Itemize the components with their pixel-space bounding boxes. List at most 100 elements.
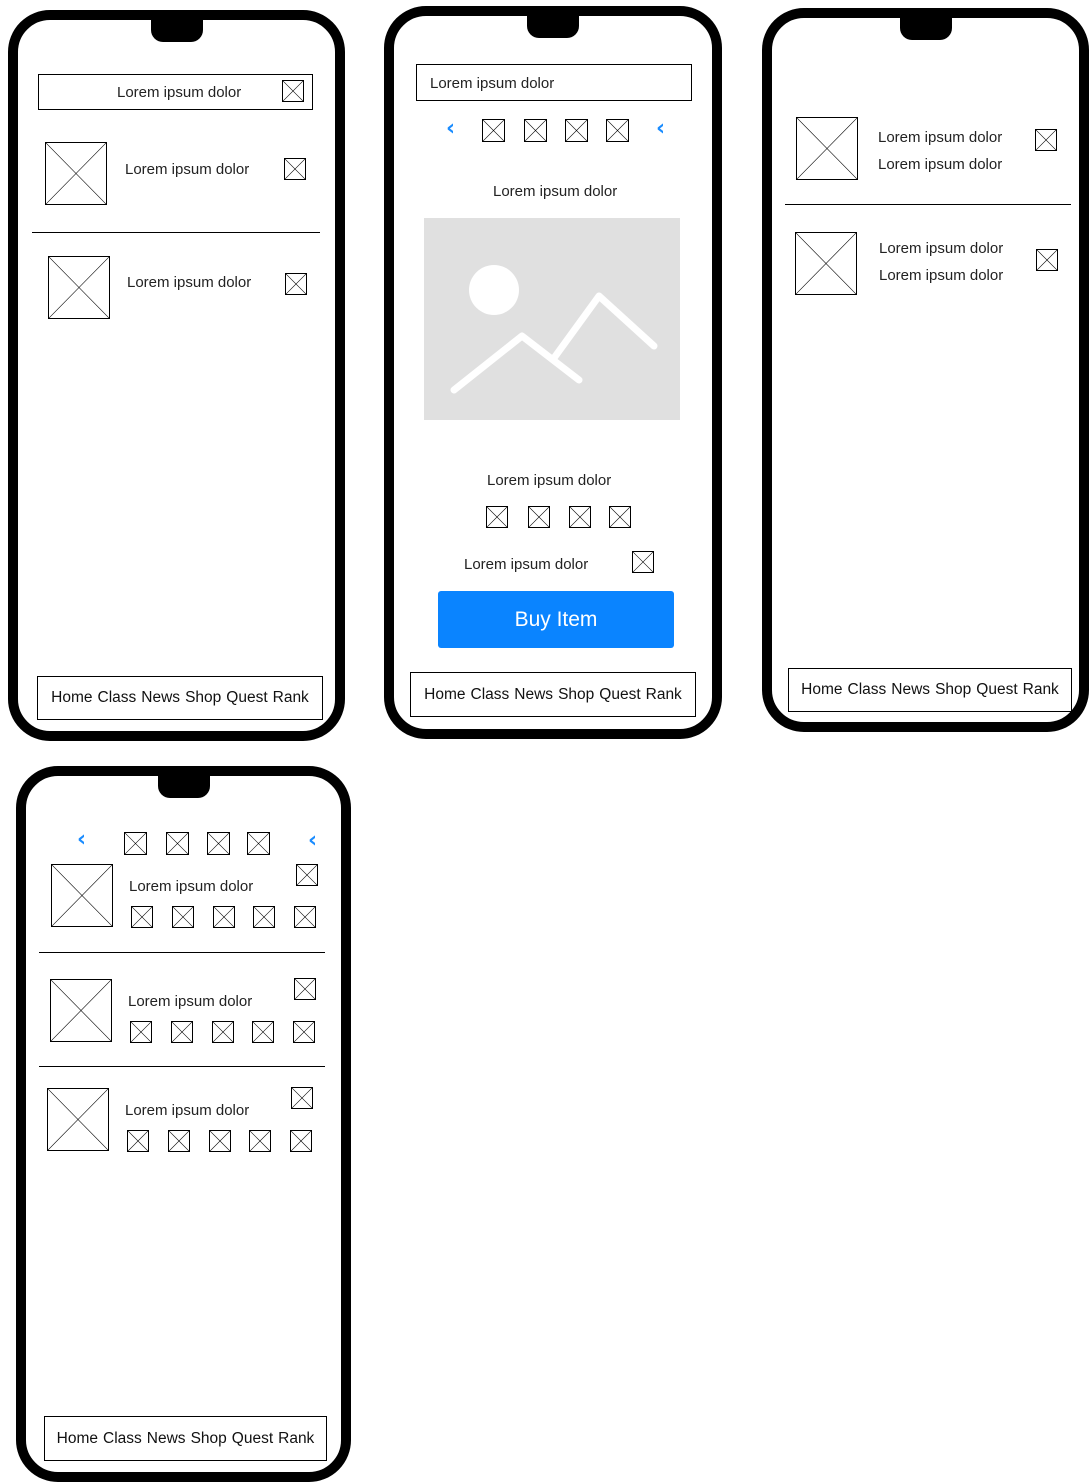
nav-rank[interactable]: Rank <box>646 686 682 704</box>
rating-icon <box>253 906 275 928</box>
category-icon[interactable] <box>565 119 588 142</box>
carousel-next-button[interactable]: ‹ <box>656 118 665 140</box>
nav-news[interactable]: News <box>141 689 180 707</box>
list-item-action-icon[interactable] <box>1036 249 1058 271</box>
option-label: Lorem ipsum dolor <box>464 556 589 573</box>
list-item-thumbnail <box>47 1088 109 1151</box>
rating-icon <box>212 1021 234 1043</box>
nav-home[interactable]: Home <box>51 689 92 707</box>
nav-home[interactable]: Home <box>57 1430 98 1448</box>
rating-icon <box>213 906 235 928</box>
row-divider <box>785 204 1071 205</box>
search-bar[interactable]: Lorem ipsum dolor <box>416 64 692 101</box>
list-item-line2: Lorem ipsum dolor <box>879 267 1004 284</box>
nav-news[interactable]: News <box>147 1430 186 1448</box>
search-icon[interactable] <box>282 80 304 102</box>
phone-screen-list: Lorem ipsum dolor Lorem ipsum dolor Lore… <box>8 10 345 741</box>
bottom-nav: Home Class News Shop Quest Rank <box>37 676 323 720</box>
nav-class[interactable]: Class <box>471 686 510 704</box>
list-item-line1: Lorem ipsum dolor <box>879 240 1004 257</box>
rating-icon <box>209 1130 231 1152</box>
carousel-next-button[interactable]: ‹ <box>308 830 317 852</box>
rating-icon <box>168 1130 190 1152</box>
list-item-action-icon[interactable] <box>284 158 306 180</box>
list-item-thumbnail <box>796 117 858 180</box>
list-item-label: Lorem ipsum dolor <box>127 274 252 291</box>
variant-icon[interactable] <box>528 506 550 528</box>
rating-icon <box>171 1021 193 1043</box>
search-bar[interactable]: Lorem ipsum dolor <box>38 74 313 110</box>
carousel-prev-button[interactable]: ‹ <box>446 118 455 140</box>
nav-rank[interactable]: Rank <box>1023 681 1059 699</box>
rating-icon <box>130 1021 152 1043</box>
rating-icon <box>131 906 153 928</box>
bottom-nav: Home Class News Shop Quest Rank <box>410 672 696 717</box>
image-sun-icon <box>469 265 519 315</box>
bottom-nav: Home Class News Shop Quest Rank <box>788 668 1072 712</box>
nav-quest[interactable]: Quest <box>976 681 1017 699</box>
variant-icon[interactable] <box>569 506 591 528</box>
search-text: Lorem ipsum dolor <box>430 75 555 92</box>
category-icon[interactable] <box>166 832 189 855</box>
list-item-thumbnail <box>48 256 110 319</box>
list-item-label: Lorem ipsum dolor <box>125 161 250 178</box>
nav-quest[interactable]: Quest <box>232 1430 273 1448</box>
nav-rank[interactable]: Rank <box>278 1430 314 1448</box>
rating-icon <box>127 1130 149 1152</box>
phone-notch <box>899 16 952 40</box>
option-icon[interactable] <box>632 551 654 573</box>
nav-shop[interactable]: Shop <box>558 686 594 704</box>
nav-news[interactable]: News <box>891 681 930 699</box>
list-item-label: Lorem ipsum dolor <box>128 993 253 1010</box>
category-icon[interactable] <box>606 119 629 142</box>
category-icon[interactable] <box>482 119 505 142</box>
item-caption: Lorem ipsum dolor <box>487 472 612 489</box>
list-item-thumbnail <box>45 142 107 205</box>
list-item-line1: Lorem ipsum dolor <box>878 129 1003 146</box>
list-item-action-icon[interactable] <box>1035 129 1057 151</box>
list-item-action-icon[interactable] <box>294 978 316 1000</box>
list-item-action-icon[interactable] <box>296 864 318 886</box>
list-item-line2: Lorem ipsum dolor <box>878 156 1003 173</box>
phone-notch <box>150 18 203 42</box>
nav-home[interactable]: Home <box>801 681 842 699</box>
rating-icon <box>294 906 316 928</box>
variant-icon[interactable] <box>486 506 508 528</box>
nav-shop[interactable]: Shop <box>185 689 221 707</box>
carousel-prev-button[interactable]: ‹ <box>77 829 86 851</box>
nav-quest[interactable]: Quest <box>599 686 640 704</box>
variant-icon[interactable] <box>609 506 631 528</box>
list-item-action-icon[interactable] <box>285 273 307 295</box>
phone-screen-news: Lorem ipsum dolor Lorem ipsum dolor Lore… <box>762 8 1089 732</box>
nav-news[interactable]: News <box>514 686 553 704</box>
category-icon[interactable] <box>207 832 230 855</box>
bottom-nav: Home Class News Shop Quest Rank <box>44 1416 327 1461</box>
rating-icon <box>252 1021 274 1043</box>
phone-screen-rank: ‹ ‹ Lorem ipsum dolor Lorem ipsum dolor … <box>16 766 351 1482</box>
phone-screen-shop-detail: Lorem ipsum dolor ‹ ‹ Lorem ipsum dolor … <box>384 6 722 739</box>
nav-class[interactable]: Class <box>848 681 887 699</box>
category-icon[interactable] <box>124 832 147 855</box>
nav-class[interactable]: Class <box>103 1430 142 1448</box>
category-icon[interactable] <box>247 832 270 855</box>
nav-shop[interactable]: Shop <box>191 1430 227 1448</box>
buy-item-button[interactable]: Buy Item <box>438 591 674 648</box>
phone-notch <box>527 14 579 38</box>
rating-icon <box>172 906 194 928</box>
nav-rank[interactable]: Rank <box>273 689 309 707</box>
nav-quest[interactable]: Quest <box>226 689 267 707</box>
row-divider <box>32 232 320 233</box>
nav-home[interactable]: Home <box>424 686 465 704</box>
list-item-thumbnail <box>795 232 857 295</box>
category-icon[interactable] <box>524 119 547 142</box>
rating-icon <box>249 1130 271 1152</box>
nav-class[interactable]: Class <box>98 689 137 707</box>
list-item-label: Lorem ipsum dolor <box>125 1102 250 1119</box>
list-item-label: Lorem ipsum dolor <box>129 878 254 895</box>
row-divider <box>39 1066 325 1067</box>
list-item-action-icon[interactable] <box>291 1087 313 1109</box>
list-item-thumbnail <box>51 864 113 927</box>
item-image-placeholder <box>424 218 680 420</box>
nav-shop[interactable]: Shop <box>935 681 971 699</box>
rating-icon <box>290 1130 312 1152</box>
